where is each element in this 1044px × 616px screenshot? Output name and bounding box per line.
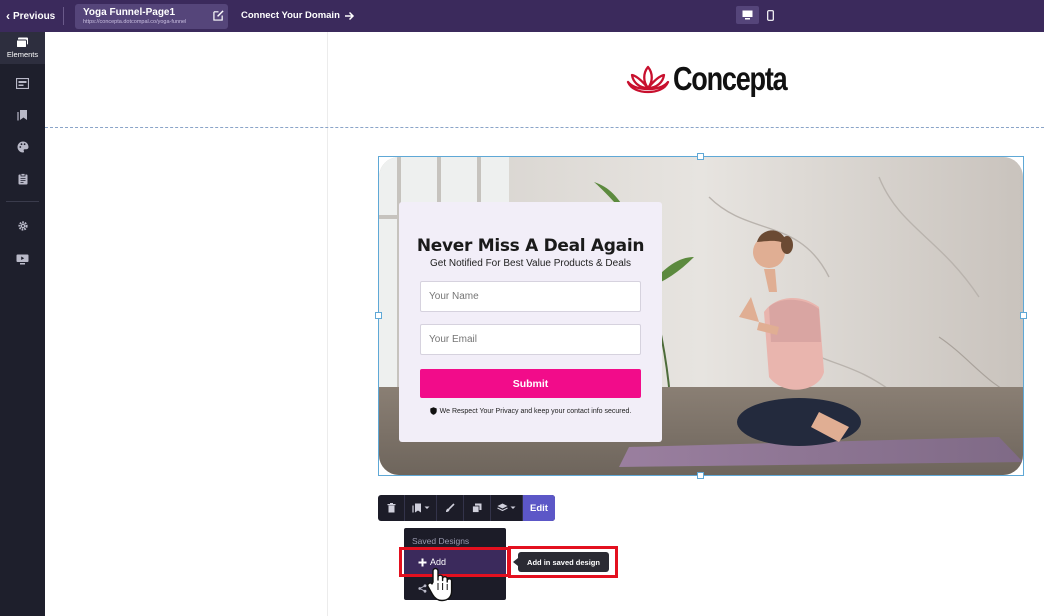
- sidebar-item-label: Elements: [6, 50, 39, 59]
- privacy-note: We Respect Your Privacy and keep your co…: [399, 407, 662, 415]
- sidebar-item-preview[interactable]: [0, 244, 45, 274]
- previous-button[interactable]: ‹ Previous: [6, 8, 55, 24]
- page-name-box[interactable]: Yoga Funnel-Page1 https://concepta.dotco…: [75, 4, 228, 29]
- sidebar-item-clipboard[interactable]: [0, 164, 45, 194]
- arrow-right-icon: [344, 11, 354, 20]
- caret-down-icon: [510, 506, 516, 509]
- previous-label: Previous: [13, 10, 56, 22]
- edit-button[interactable]: Edit: [523, 495, 555, 521]
- brand-logo[interactable]: Concepta: [626, 61, 811, 97]
- delete-button[interactable]: [378, 495, 405, 521]
- add-saved-design-item[interactable]: Add: [404, 550, 506, 574]
- name-input[interactable]: [420, 281, 641, 312]
- resize-handle-top[interactable]: [697, 153, 704, 160]
- layers-dropdown-button[interactable]: [491, 495, 523, 521]
- copy-icon: [472, 503, 482, 513]
- connect-domain-button[interactable]: Connect Your Domain: [241, 10, 355, 21]
- sidebar-item-sections[interactable]: [0, 68, 45, 98]
- lotus-icon: [626, 65, 670, 94]
- sidebar-divider: [6, 201, 39, 202]
- saved-designs-menu: Saved Designs Add: [404, 528, 506, 600]
- layers-icon: [497, 503, 508, 512]
- chevron-left-icon: ‹: [6, 9, 10, 23]
- saved-designs-header: Saved Designs: [412, 536, 470, 546]
- signup-form-card: Never Miss A Deal Again Get Notified For…: [399, 202, 662, 442]
- form-title: Never Miss A Deal Again: [416, 236, 645, 256]
- brush-icon: [446, 503, 455, 512]
- edit-icon[interactable]: [213, 10, 224, 21]
- trash-icon: [387, 503, 395, 513]
- sidebar-item-saved-blocks[interactable]: [0, 100, 45, 130]
- resize-handle-bottom[interactable]: [697, 472, 704, 479]
- shield-icon: [429, 407, 437, 415]
- mobile-view-button[interactable]: [759, 6, 782, 24]
- mobile-icon: [767, 9, 774, 21]
- hand-cursor-icon: [427, 567, 453, 602]
- palette-icon: [17, 141, 28, 153]
- sidebar-item-elements[interactable]: Elements: [0, 32, 45, 64]
- gear-icon: [17, 221, 28, 231]
- save-block-dropdown-button[interactable]: [405, 495, 437, 521]
- preview-monitor-icon: [16, 254, 29, 264]
- saved-blocks-icon: [411, 503, 421, 513]
- divider: [63, 7, 64, 25]
- sections-icon: [16, 77, 29, 89]
- sidebar-item-settings[interactable]: [0, 211, 45, 241]
- form-subtitle: Get Notified For Best Value Products & D…: [429, 258, 631, 269]
- element-toolbar: Edit: [378, 495, 555, 521]
- submit-button[interactable]: Submit: [420, 369, 641, 398]
- desktop-view-button[interactable]: [736, 6, 759, 24]
- elements-icon: [16, 37, 28, 48]
- resize-handle-right[interactable]: [1020, 312, 1027, 319]
- sidebar-item-theme[interactable]: [0, 132, 45, 162]
- privacy-text: We Respect Your Privacy and keep your co…: [439, 407, 632, 415]
- clipboard-icon: [18, 173, 27, 185]
- top-bar: ‹ Previous Yoga Funnel-Page1 https://con…: [0, 0, 1044, 32]
- page-name: Yoga Funnel-Page1: [83, 7, 176, 18]
- left-sidebar: Elements: [0, 32, 45, 616]
- logo-text: Concepta: [673, 60, 788, 97]
- email-input[interactable]: [420, 324, 641, 355]
- connect-domain-label: Connect Your Domain: [241, 10, 340, 21]
- section-divider-guide: [45, 127, 1044, 128]
- device-switch: [736, 6, 782, 24]
- column-guide: [327, 32, 328, 616]
- style-button[interactable]: [437, 495, 464, 521]
- saved-blocks-icon: [17, 110, 27, 121]
- duplicate-button[interactable]: [464, 495, 491, 521]
- caret-down-icon: [424, 506, 429, 509]
- page-url[interactable]: https://concepta.dotcompal.co/yoga-funne…: [83, 19, 220, 26]
- add-tooltip: Add in saved design: [518, 552, 609, 572]
- resize-handle-left[interactable]: [375, 312, 382, 319]
- desktop-icon: [742, 10, 753, 20]
